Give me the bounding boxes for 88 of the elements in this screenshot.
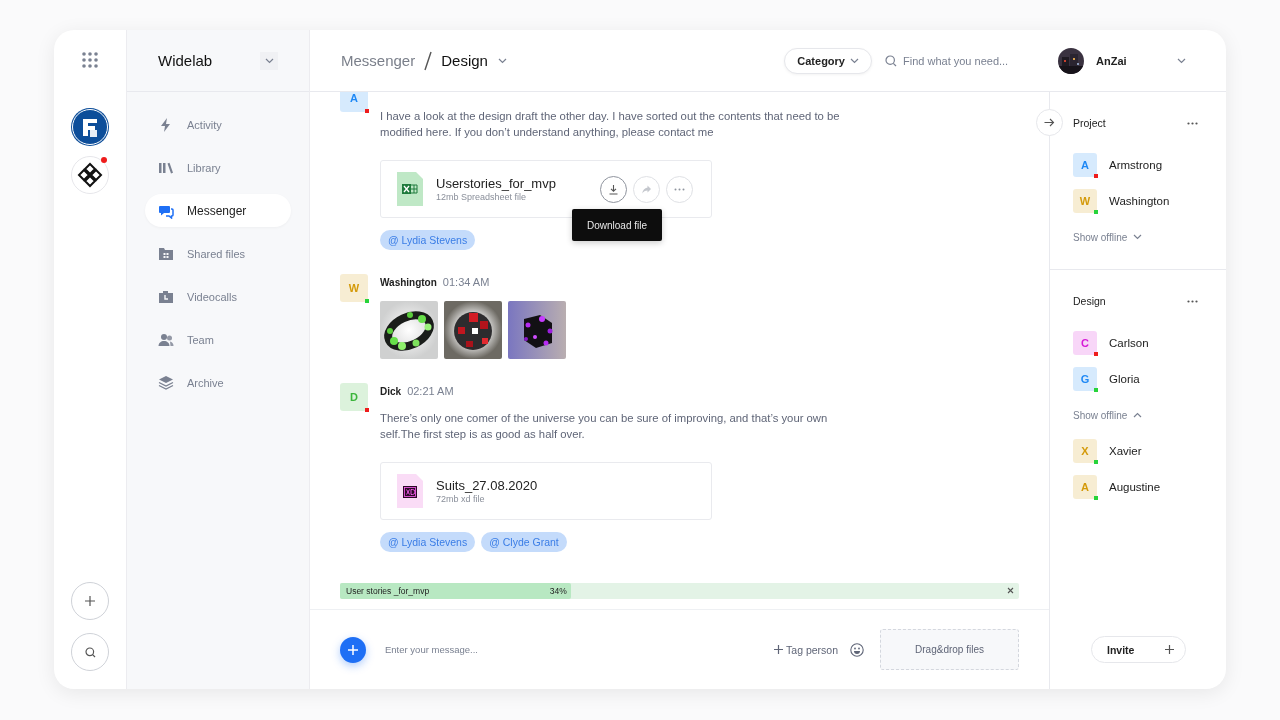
avatar: C xyxy=(1073,331,1097,355)
sidebar-item[interactable]: Archive xyxy=(145,366,291,399)
more-icon[interactable] xyxy=(1187,121,1198,125)
caret-icon xyxy=(1133,234,1143,240)
sidebar-item[interactable]: Team xyxy=(145,323,291,356)
apps-grid-icon[interactable] xyxy=(82,52,98,68)
file-meta: 12mb Spreadsheet file xyxy=(436,192,528,202)
breadcrumb-current: Design xyxy=(441,52,488,69)
workspace-dropdown[interactable] xyxy=(260,51,278,70)
mention-tag[interactable]: @ Lydia Stevens xyxy=(380,230,476,250)
sidebar-item[interactable]: Messenger xyxy=(145,194,291,227)
close-icon[interactable] xyxy=(1007,587,1014,594)
message-author: Dick xyxy=(380,385,402,397)
plus-icon xyxy=(774,645,784,654)
folder-icon xyxy=(158,245,174,262)
clipboard-icon xyxy=(158,288,174,305)
caret-icon xyxy=(264,57,274,64)
plus-icon xyxy=(347,643,359,656)
spreadsheet-file-icon xyxy=(397,172,423,206)
sidebar-item[interactable]: Library xyxy=(145,151,291,184)
avatar: W xyxy=(1073,189,1097,213)
member-name: Augustine xyxy=(1109,481,1161,493)
file-card[interactable]: Suits_27.08.2020 72mb xd file xyxy=(380,462,712,520)
sidebar-item[interactable]: Shared files xyxy=(145,237,291,270)
avatar: A xyxy=(1073,153,1097,177)
member-name: Carlson xyxy=(1109,337,1149,349)
message-time: 02:21 AM xyxy=(407,385,454,397)
arrow-icon xyxy=(1044,118,1055,127)
search-button[interactable] xyxy=(71,633,109,671)
collapse-panel-button[interactable] xyxy=(1036,109,1063,136)
file-drop-zone[interactable]: Drag&drop files xyxy=(880,629,1019,670)
caret-icon xyxy=(850,57,859,64)
add-attachment-button[interactable] xyxy=(340,636,366,663)
mention-tag[interactable]: @ Lydia Stevens xyxy=(380,532,476,552)
plus-icon xyxy=(1165,645,1174,654)
upload-percent: 34% xyxy=(549,586,567,596)
caret-icon xyxy=(1177,57,1186,64)
category-dropdown[interactable]: Category xyxy=(784,47,872,74)
download-icon xyxy=(608,183,619,195)
sidebar-item[interactable]: Activity xyxy=(145,108,291,141)
member-name: Washington xyxy=(1109,195,1170,207)
avatar: G xyxy=(1073,367,1097,391)
workspace-title: Widelab xyxy=(158,52,213,69)
share-icon xyxy=(641,183,652,195)
message-author: Washington xyxy=(380,276,437,288)
member-name: Gloria xyxy=(1109,373,1140,385)
caret-icon xyxy=(497,57,507,64)
design-file-icon xyxy=(397,474,423,508)
message-time: 01:34 AM xyxy=(442,276,490,288)
search-field[interactable]: Find what you need... xyxy=(903,54,1043,67)
message-field[interactable]: Enter your message... xyxy=(385,644,685,655)
add-button[interactable] xyxy=(71,582,109,620)
file-meta: 72mb xd file xyxy=(436,494,486,504)
invite-button[interactable]: Invite xyxy=(1091,636,1186,663)
user-menu-dropdown[interactable] xyxy=(1177,57,1186,64)
channel-dropdown[interactable] xyxy=(497,57,507,64)
people-icon xyxy=(158,331,174,348)
message-text: There’s only one comer of the universe you can be sure of improving, and that’s your own self.The first step is as good as half over. xyxy=(380,411,829,442)
tooltip: Download file xyxy=(572,209,662,241)
sidebar-item[interactable]: Videocalls xyxy=(145,280,291,313)
member-name: Armstrong xyxy=(1109,159,1163,171)
show-offline-toggle[interactable]: Show offline xyxy=(1073,397,1198,433)
workspace-icon[interactable] xyxy=(71,156,109,194)
caret-icon xyxy=(1133,412,1143,418)
search-icon xyxy=(84,646,96,658)
emoji-icon[interactable] xyxy=(850,642,864,657)
plus-icon xyxy=(84,595,96,607)
avatar: A xyxy=(340,92,368,112)
group-title: Project xyxy=(1073,117,1106,129)
show-offline-toggle[interactable]: Show offline xyxy=(1073,219,1198,255)
file-name: Userstories_for_mvp xyxy=(436,176,557,191)
file-name: Suits_27.08.2020 xyxy=(436,478,539,493)
layers-icon xyxy=(158,374,174,391)
upload-file-name: User stories _for_mvp xyxy=(346,586,430,596)
user-name: AnZai xyxy=(1096,54,1128,67)
tag-person-button[interactable]: Tag person xyxy=(774,643,838,656)
breadcrumb-link[interactable]: Messenger xyxy=(341,52,416,69)
message-text: I have a look at the design draft the other day. I have sorted out the contents that need to be modified here. If you don’t understand anything, please contact me xyxy=(380,109,841,140)
avatar: W xyxy=(340,274,368,302)
search-icon xyxy=(885,54,897,67)
more-icon[interactable] xyxy=(1187,299,1198,303)
avatar: X xyxy=(1073,439,1097,463)
member-name: Xavier xyxy=(1109,445,1142,457)
more-icon xyxy=(674,187,685,191)
avatar: D xyxy=(340,383,368,411)
avatar: A xyxy=(1073,475,1097,499)
group-title: Design xyxy=(1073,295,1106,307)
mention-tag[interactable]: @ Clyde Grant xyxy=(481,532,567,552)
